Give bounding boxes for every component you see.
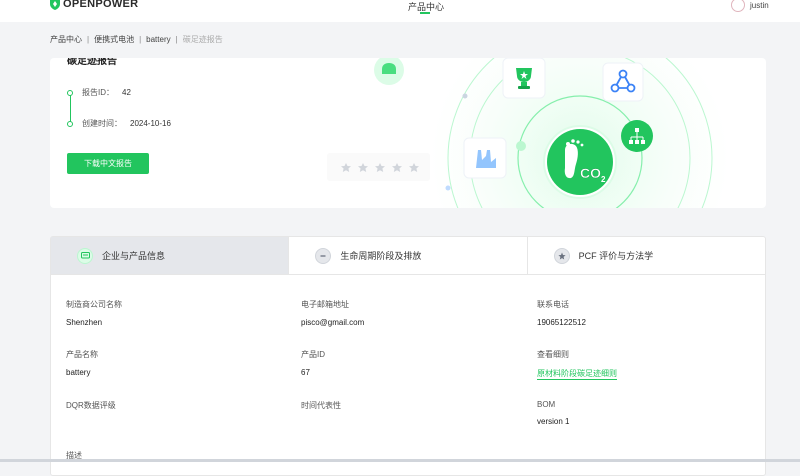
star-icon: [553, 247, 570, 264]
svg-text:CO: CO: [580, 165, 601, 181]
info-panel: 企业与产品信息 生命周期阶段及排放 PCF 评价与方法学 制造商公司名称 She…: [50, 236, 766, 476]
minus-circle-icon: [315, 247, 332, 264]
factory-icon: [463, 137, 507, 179]
report-id-label: 报告ID：: [82, 88, 114, 97]
top-navigation: OPENPOWER 产品中心 justin: [0, 0, 800, 22]
breadcrumb-item-portable-battery[interactable]: 便携式电池: [94, 34, 134, 45]
breadcrumb-item-battery[interactable]: battery: [146, 35, 170, 44]
breadcrumb-separator: |: [175, 35, 178, 44]
tab-company-product-info[interactable]: 企业与产品信息: [51, 237, 290, 274]
breadcrumb-separator: |: [139, 35, 142, 44]
time-representativeness-label: 时间代表性: [301, 401, 341, 410]
detail-label: 查看细则: [537, 350, 569, 359]
product-name-label: 产品名称: [66, 350, 98, 359]
bom-label: BOM: [537, 400, 556, 409]
rating-stars-icon: [327, 153, 430, 181]
detail-field: 查看细则 原材料阶段碳足迹细则: [537, 349, 617, 380]
company-field: 制造商公司名称 Shenzhen: [66, 299, 122, 327]
phone-label: 联系电话: [537, 300, 569, 309]
email-label: 电子邮箱地址: [301, 300, 349, 309]
phone-field: 联系电话 19065122512: [537, 299, 586, 327]
message-icon: [77, 247, 93, 264]
created-time-label: 创建时间：: [82, 119, 122, 128]
breadcrumb-separator: |: [87, 35, 90, 44]
user-name[interactable]: justin: [750, 1, 769, 10]
info-tabs: 企业与产品信息 生命周期阶段及排放 PCF 评价与方法学: [51, 237, 765, 275]
svg-text:2: 2: [601, 175, 606, 184]
phone-value: 19065122512: [537, 318, 586, 327]
breadcrumb-item-product-center[interactable]: 产品中心: [50, 34, 82, 45]
breadcrumb: 产品中心 | 便携式电池 | battery | 碳足迹报告: [50, 34, 223, 45]
breadcrumb-current: 碳足迹报告: [182, 35, 223, 44]
tab-lifecycle-emissions[interactable]: 生命周期阶段及排放: [289, 237, 528, 274]
bom-value: version 1: [537, 417, 570, 426]
time-representativeness-field: 时间代表性: [301, 400, 341, 411]
dqr-label: DQR数据评级: [66, 401, 116, 410]
timeline-dot: [67, 120, 73, 127]
report-hero-card: CO 2 碳足迹报告 报告ID： 42 创建时间： 2024-10-16 下载中…: [50, 58, 766, 208]
avatar[interactable]: [731, 0, 745, 12]
raw-material-detail-link[interactable]: 原材料阶段碳足迹细则: [537, 368, 617, 380]
created-time-value: 2024-10-16: [130, 119, 171, 128]
logo[interactable]: OPENPOWER: [50, 0, 138, 11]
co2-footprint-icon: CO 2: [543, 125, 617, 199]
email-value: pisco@gmail.com: [301, 318, 365, 327]
report-id-row: 报告ID： 42: [67, 87, 131, 98]
download-report-button[interactable]: 下载中文报告: [67, 153, 149, 174]
created-time-row: 创建时间： 2024-10-16: [67, 118, 171, 129]
company-value: Shenzhen: [66, 318, 103, 327]
nav-active-indicator: [420, 12, 430, 14]
tab-label: PCF 评价与方法学: [578, 251, 654, 261]
report-id-value: 42: [122, 88, 131, 97]
hierarchy-icon: [621, 120, 653, 152]
product-name-field: 产品名称 battery: [66, 349, 98, 377]
product-id-value: 67: [301, 368, 310, 377]
dqr-field: DQR数据评级: [66, 400, 116, 411]
bom-field: BOM version 1: [537, 400, 569, 426]
timeline-dot: [67, 89, 73, 96]
hero-illustration: CO 2: [327, 58, 730, 208]
user-menu[interactable]: justin: [731, 0, 769, 12]
tab-label: 生命周期阶段及排放: [340, 251, 422, 261]
tab-label: 企业与产品信息: [102, 251, 166, 261]
product-id-label: 产品ID: [301, 350, 325, 359]
android-icon: [374, 58, 404, 85]
product-id-field: 产品ID 67: [301, 349, 325, 377]
logo-shield-icon: [50, 0, 60, 10]
report-title: 碳足迹报告: [67, 58, 117, 67]
logo-text: OPENPOWER: [63, 0, 139, 10]
email-field: 电子邮箱地址 pisco@gmail.com: [301, 299, 364, 327]
trophy-icon: [502, 58, 546, 99]
tab-pcf-methodology[interactable]: PCF 评价与方法学: [528, 237, 765, 274]
network-icon: [602, 62, 644, 102]
company-label: 制造商公司名称: [66, 300, 122, 309]
product-name-value: battery: [66, 368, 91, 377]
